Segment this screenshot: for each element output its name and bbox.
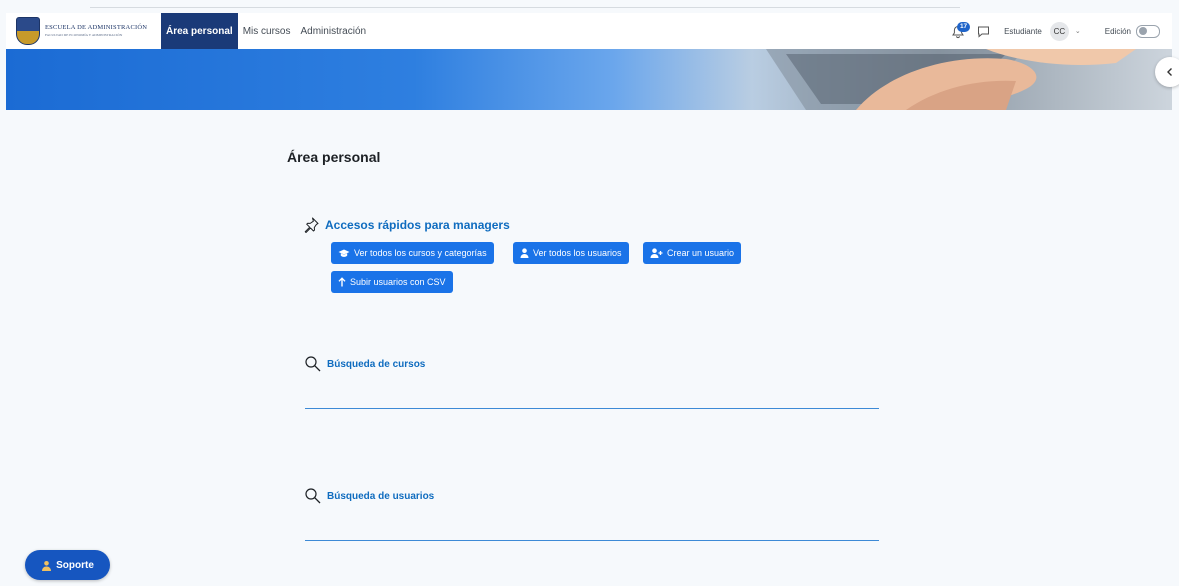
course-search-divider — [305, 408, 879, 409]
graduation-cap-icon — [338, 249, 350, 257]
view-all-courses-button[interactable]: Ver todos los cursos y categorías — [331, 242, 494, 264]
edit-mode-label: Edición — [1104, 26, 1131, 36]
create-user-label: Crear un usuario — [667, 248, 735, 258]
pushpin-icon — [304, 217, 319, 233]
user-role-label: Estudiante — [1004, 26, 1042, 36]
top-divider — [90, 7, 960, 8]
user-icon — [520, 248, 529, 258]
chevron-left-icon — [1167, 68, 1172, 76]
view-all-courses-label: Ver todos los cursos y categorías — [354, 248, 487, 258]
arrow-up-icon — [338, 277, 346, 287]
magnifier-icon — [305, 356, 321, 372]
shield-crest-icon — [16, 17, 40, 45]
top-navbar: ESCUELA DE ADMINISTRACIÓN FACULTAD DE EC… — [6, 13, 1172, 50]
quick-access-header: Accesos rápidos para managers — [302, 216, 510, 234]
support-agent-icon — [42, 560, 52, 571]
user-search-title: Búsqueda de usuarios — [327, 490, 435, 502]
chevron-down-icon[interactable]: ⌄ — [1075, 27, 1081, 35]
course-search-title: Búsqueda de cursos — [327, 358, 426, 370]
user-plus-icon — [650, 248, 663, 258]
drawer-toggle-button[interactable] — [1155, 57, 1179, 87]
header-banner — [6, 49, 1172, 110]
banner-image — [766, 49, 1136, 110]
support-button[interactable]: Soporte — [25, 550, 110, 580]
user-search-divider — [305, 540, 879, 541]
nav-mis-cursos[interactable]: Mis cursos — [238, 13, 296, 49]
logo-subtitle: FACULTAD DE ECONOMÍA Y ADMINISTRACIÓN — [45, 32, 123, 37]
notification-count-badge: 17 — [957, 22, 971, 32]
create-user-button[interactable]: Crear un usuario — [643, 242, 742, 264]
chat-bubble-icon[interactable] — [977, 25, 990, 38]
nav-area-personal[interactable]: Área personal — [161, 13, 238, 49]
school-logo[interactable]: ESCUELA DE ADMINISTRACIÓN FACULTAD DE EC… — [16, 17, 156, 45]
user-avatar[interactable]: CC — [1049, 21, 1069, 41]
view-all-users-button[interactable]: Ver todos los usuarios — [513, 242, 629, 264]
primary-navigation: Área personal Mis cursos Administración — [161, 13, 371, 49]
notifications-button[interactable]: 17 — [951, 22, 971, 40]
magnifier-icon — [305, 488, 321, 504]
page-title: Área personal — [287, 149, 381, 165]
upload-users-csv-button[interactable]: Subir usuarios con CSV — [331, 271, 453, 293]
quick-access-title: Accesos rápidos para managers — [325, 218, 510, 232]
upload-users-csv-label: Subir usuarios con CSV — [350, 277, 446, 287]
view-all-users-label: Ver todos los usuarios — [533, 248, 622, 258]
user-search-header: Búsqueda de usuarios — [304, 487, 434, 505]
support-label: Soporte — [56, 559, 94, 571]
logo-title: ESCUELA DE ADMINISTRACIÓN — [45, 24, 148, 31]
user-menu-area: 17 Estudiante CC ⌄ Edición — [951, 21, 1172, 41]
course-search-header: Búsqueda de cursos — [304, 355, 425, 373]
edit-mode-toggle[interactable] — [1136, 24, 1160, 38]
nav-administracion[interactable]: Administración — [296, 13, 372, 49]
